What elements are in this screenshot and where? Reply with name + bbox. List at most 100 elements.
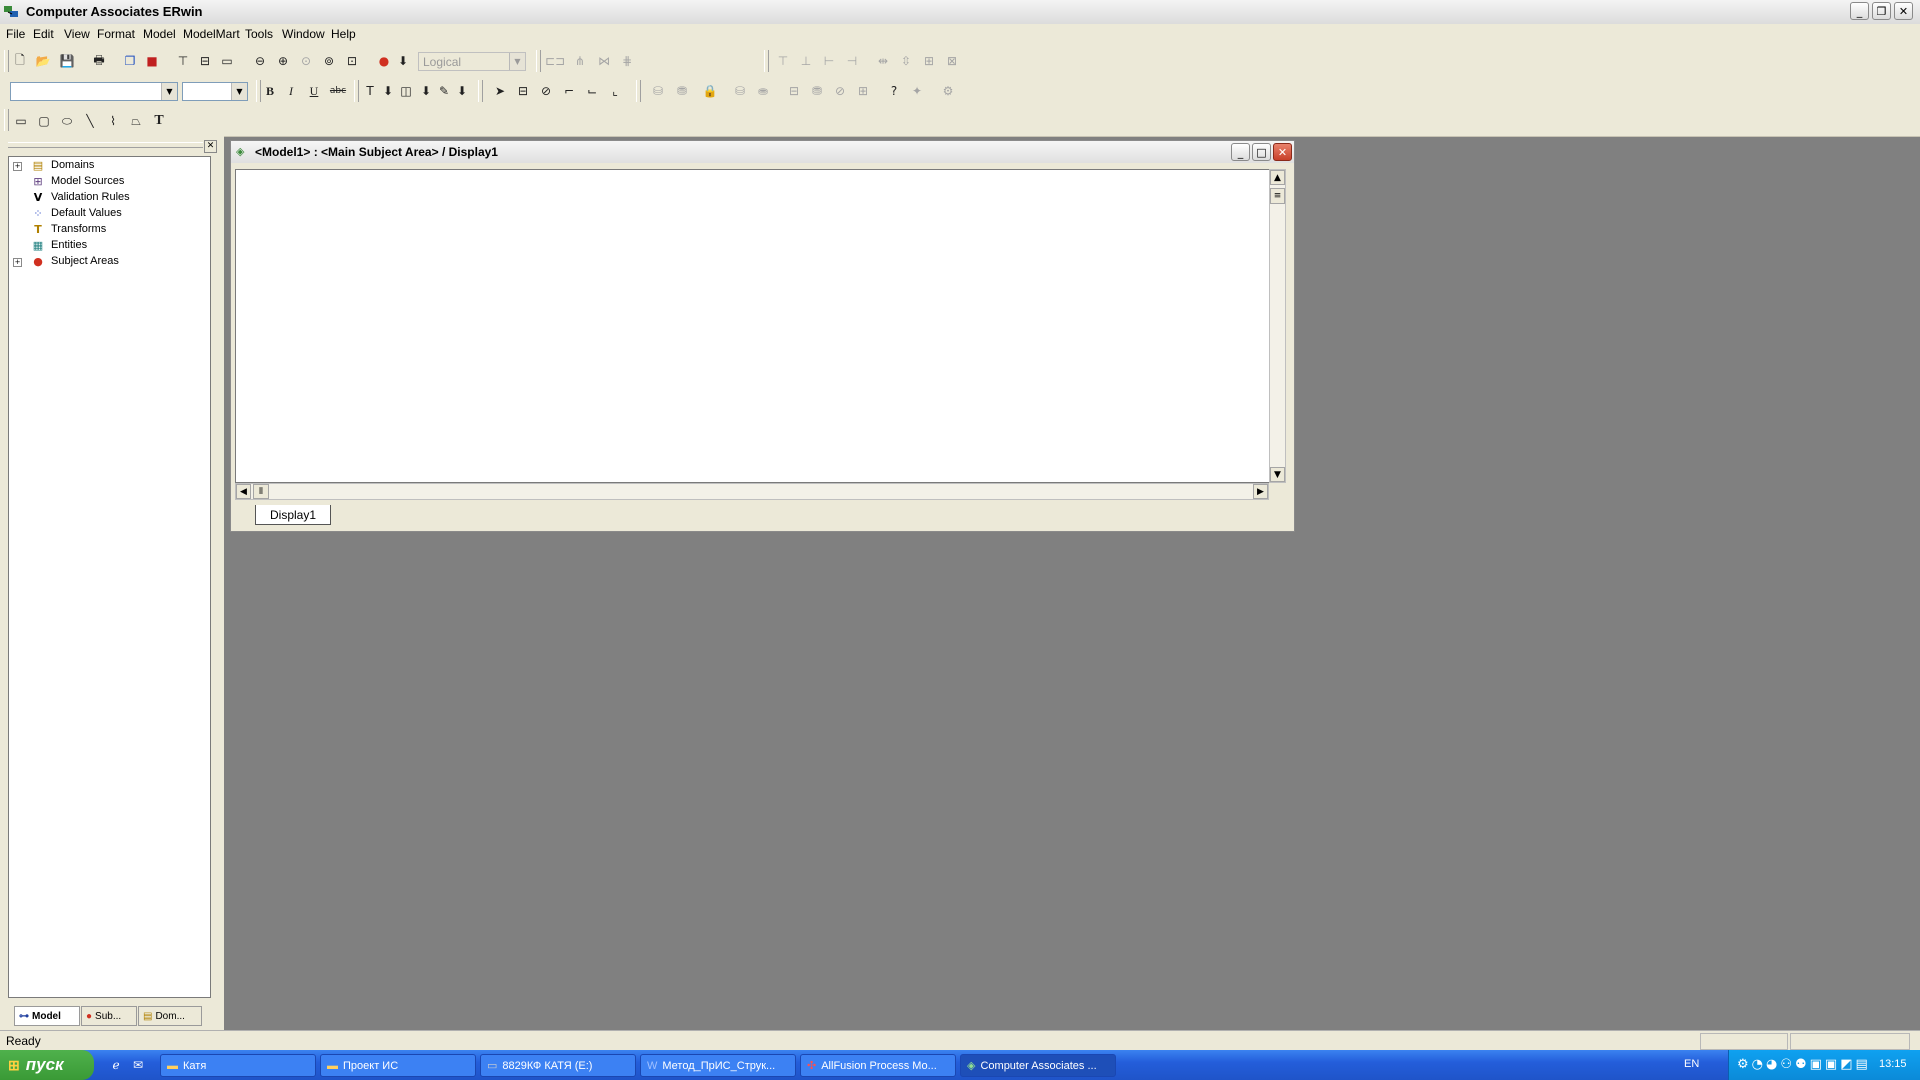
same-size-icon[interactable]: ⊞ (919, 51, 939, 71)
scroll-left-icon[interactable]: ◀ (236, 484, 251, 499)
font-name-select[interactable]: ▼ (10, 82, 178, 101)
tray-icons[interactable]: ⚙◔◕⚇⚉▣▣◩▤ (1737, 1057, 1871, 1072)
relationship-icon[interactable]: ⋔ (570, 51, 590, 71)
scroll-down-icon[interactable]: ▼ (1270, 467, 1285, 482)
toolbar-grip[interactable] (478, 80, 483, 102)
mart-lock-icon[interactable]: ⊟ (784, 81, 804, 101)
help-query-icon[interactable]: ? (884, 81, 904, 101)
taskbar-item-katya[interactable]: ▬ Катя (160, 1054, 316, 1077)
restore-button[interactable]: ❐ (1872, 2, 1891, 20)
font-color-icon[interactable]: T (360, 81, 380, 101)
close-icon[interactable]: ✕ (204, 140, 217, 153)
start-button[interactable]: ⊞ пуск (0, 1050, 94, 1080)
save-icon[interactable]: 💾 (57, 51, 77, 71)
font-size-select[interactable]: ▼ (182, 82, 248, 101)
outlook-express-icon[interactable]: ✉ (128, 1055, 148, 1075)
taskbar-item-erwin[interactable]: ◈ Computer Associates ... (960, 1054, 1116, 1077)
expand-icon[interactable]: + (13, 258, 22, 267)
mart-report-icon[interactable]: ⊘ (830, 81, 850, 101)
new-file-icon[interactable]: 🗋 (10, 51, 30, 71)
toolbar-grip[interactable] (536, 50, 541, 72)
settings-icon[interactable]: ⚙ (938, 81, 958, 101)
tab-model[interactable]: ⊶ Model (14, 1006, 80, 1026)
model-mart-icon[interactable]: ⛁ (730, 81, 750, 101)
zoom-icon[interactable]: ⊙ (296, 51, 316, 71)
space-horizontal-icon[interactable]: ⇹ (873, 51, 893, 71)
comment-icon[interactable]: ▭ (217, 51, 237, 71)
subtype-icon[interactable]: ⋈ (594, 51, 614, 71)
toolbar-grip[interactable] (4, 109, 9, 131)
taskbar-item-drive[interactable]: ▭ 8829КФ КАТЯ (E:) (480, 1054, 636, 1077)
align-right-icon[interactable]: ⊣ (842, 51, 862, 71)
minimize-button[interactable]: _ (1231, 143, 1250, 161)
taskbar-item-allfusion[interactable]: ✣ AllFusion Process Mo... (800, 1054, 956, 1077)
toolbar-grip[interactable] (4, 50, 9, 72)
polygon-icon[interactable]: ⏢ (126, 111, 146, 131)
scroll-thumb[interactable]: ≡ (1270, 188, 1285, 204)
menu-view[interactable]: View (64, 27, 90, 41)
horizontal-scrollbar[interactable]: ◀ ⦀ ▶ (235, 483, 1269, 500)
rounded-rectangle-icon[interactable]: ▢ (34, 111, 54, 131)
category-tool-icon[interactable]: ⊘ (536, 81, 556, 101)
fill-color-icon[interactable]: ◫ (396, 81, 416, 101)
zoom-page-icon[interactable]: ⊡ (342, 51, 362, 71)
database-sync-icon[interactable]: ⛃ (672, 81, 692, 101)
zoom-fit-icon[interactable]: ⊚ (319, 51, 339, 71)
italic-icon[interactable]: I (281, 81, 301, 101)
lock-icon[interactable]: 🔒 (700, 81, 720, 101)
wizard-icon[interactable]: ✦ (907, 81, 927, 101)
zoom-in-icon[interactable]: ⊕ (273, 51, 293, 71)
vertical-scrollbar[interactable]: ▲ ≡ ▼ (1269, 169, 1286, 483)
tab-subject-areas[interactable]: ● Sub... (81, 1006, 137, 1026)
toolbar-grip[interactable] (354, 80, 359, 102)
color-palette-icon[interactable]: ■ (142, 51, 162, 71)
minimize-button[interactable]: _ (1850, 2, 1869, 20)
align-left-icon[interactable]: ⊢ (819, 51, 839, 71)
tab-domains[interactable]: ▤ Dom... (138, 1006, 202, 1026)
tab-display1[interactable]: Display1 (255, 505, 331, 525)
menu-file[interactable]: File (6, 27, 25, 41)
panel-grip[interactable] (8, 142, 203, 148)
entity-icon[interactable]: ⊏⊐ (545, 51, 565, 71)
identifying-relationship-icon[interactable]: ⌐ (559, 81, 579, 101)
pointer-icon[interactable]: ➤ (490, 81, 510, 101)
menu-format[interactable]: Format (97, 27, 135, 41)
resize-icon[interactable]: ⊠ (942, 51, 962, 71)
dropdown-arrow-icon[interactable]: ⬇ (452, 81, 472, 101)
copy-icon[interactable]: ❐ (120, 51, 140, 71)
many-to-many-icon[interactable]: ⋕ (617, 51, 637, 71)
model-type-select[interactable]: Logical ▼ (418, 52, 526, 71)
underline-icon[interactable]: U (304, 81, 324, 101)
taskbar-item-project[interactable]: ▬ Проект ИС (320, 1054, 476, 1077)
table-display-icon[interactable]: ⊟ (195, 51, 215, 71)
menu-model[interactable]: Model (143, 27, 176, 41)
rectangle-icon[interactable]: ▭ (11, 111, 31, 131)
open-folder-icon[interactable]: 📂 (33, 51, 53, 71)
menu-tools[interactable]: Tools (245, 27, 273, 41)
diagram-window-titlebar[interactable]: ◈ <Model1> : <Main Subject Area> / Displ… (231, 141, 1294, 163)
internet-explorer-icon[interactable]: ℯ (106, 1055, 126, 1075)
strikethrough-icon[interactable]: abc (328, 81, 348, 101)
entity-tool-icon[interactable]: ⊟ (513, 81, 533, 101)
dropdown-arrow-icon[interactable]: ⬇ (393, 51, 413, 71)
subject-area-icon[interactable]: ● (374, 51, 394, 71)
close-button[interactable]: ✕ (1273, 143, 1292, 161)
model-mart-open-icon[interactable]: ⛂ (753, 81, 773, 101)
expand-icon[interactable]: + (13, 162, 22, 171)
menu-help[interactable]: Help (331, 27, 356, 41)
dropdown-arrow-icon[interactable]: ⬇ (416, 81, 436, 101)
menu-window[interactable]: Window (282, 27, 325, 41)
scroll-thumb[interactable]: ⦀ (253, 484, 269, 499)
close-button[interactable]: ✕ (1894, 2, 1913, 20)
polyline-icon[interactable]: ⌇ (103, 111, 123, 131)
zoom-out-icon[interactable]: ⊖ (250, 51, 270, 71)
scroll-right-icon[interactable]: ▶ (1253, 484, 1268, 499)
ellipse-icon[interactable]: ⬭ (57, 111, 77, 131)
line-icon[interactable]: ╲ (80, 111, 100, 131)
align-middle-icon[interactable]: ⊥ (796, 51, 816, 71)
language-indicator[interactable]: EN (1684, 1058, 1699, 1070)
toolbar-grip[interactable] (764, 50, 769, 72)
mart-save-icon[interactable]: ⛃ (807, 81, 827, 101)
menu-modelmart[interactable]: ModelMart (183, 27, 240, 41)
bold-icon[interactable]: B (260, 81, 280, 101)
